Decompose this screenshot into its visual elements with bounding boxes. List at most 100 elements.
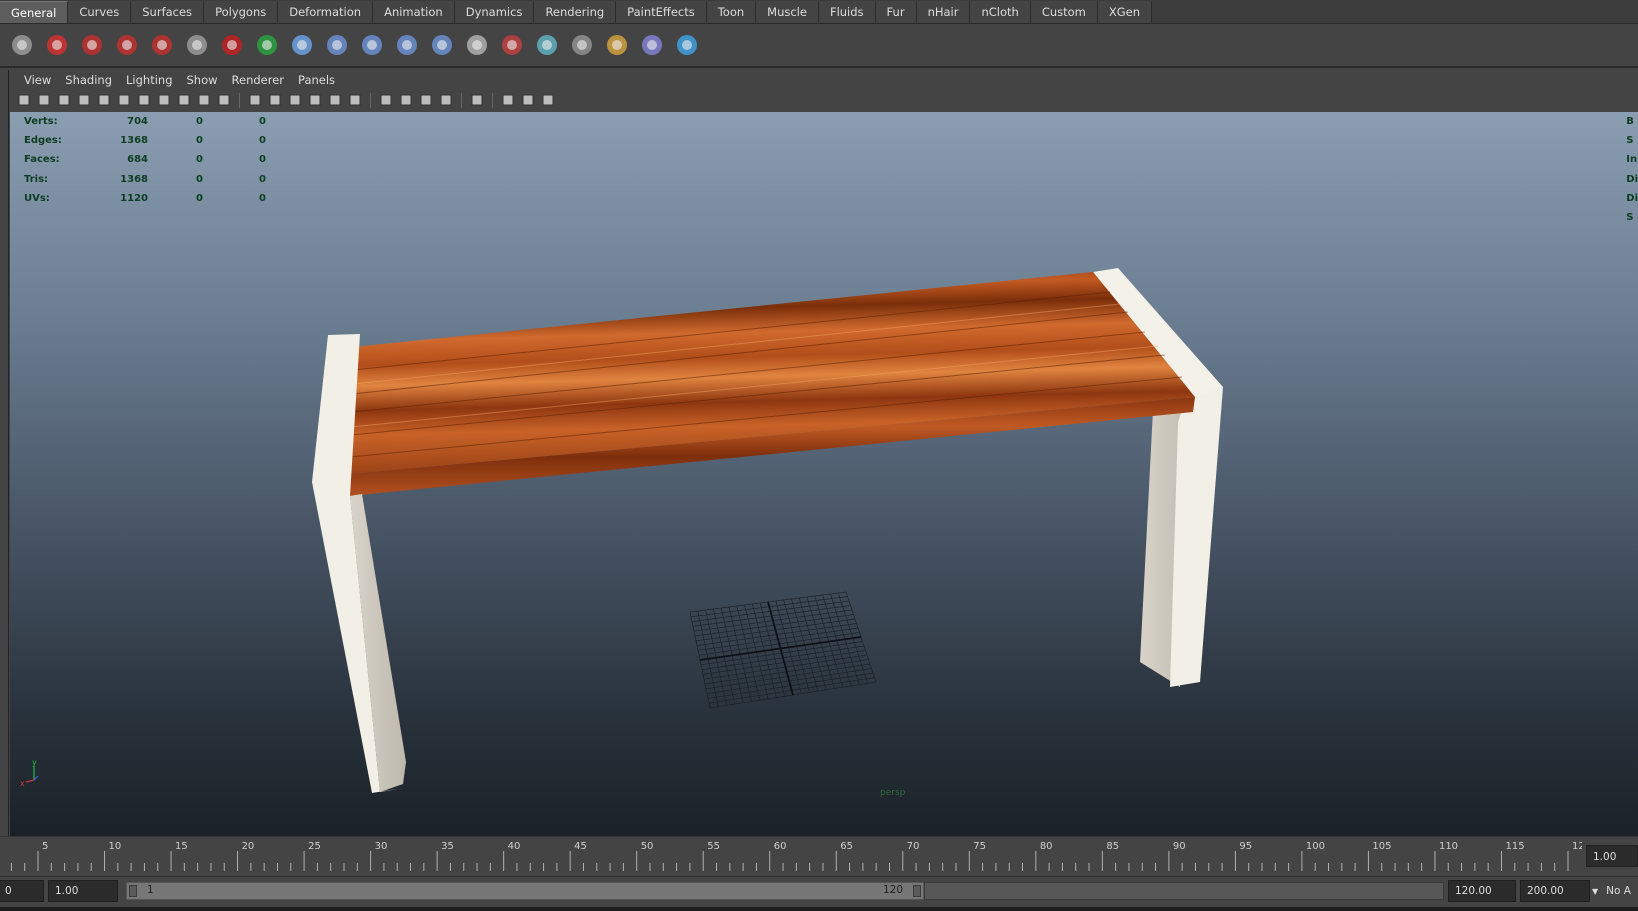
wire-on-shaded-icon[interactable]	[286, 92, 304, 109]
shadows-icon[interactable]	[377, 92, 395, 109]
playblast-icon[interactable]	[76, 28, 107, 62]
tab-general[interactable]: General	[0, 1, 69, 23]
lattice-icon[interactable]	[636, 28, 667, 62]
gate-mask-icon[interactable]	[155, 92, 173, 109]
uv-texture-icon[interactable]	[566, 28, 597, 62]
panel-menu-show[interactable]: Show	[180, 73, 225, 87]
snapshot-icon[interactable]	[539, 92, 557, 109]
timeline-tick-label: 120	[1572, 841, 1582, 852]
hud-row: UVs: 1120 0 0	[16, 193, 286, 212]
xray-joints-icon[interactable]	[437, 92, 455, 109]
tab-toon[interactable]: Toon	[706, 1, 757, 23]
range-start-field[interactable]: 1.00	[48, 880, 118, 902]
tab-fur[interactable]: Fur	[875, 1, 917, 23]
range-handle-start[interactable]	[129, 885, 137, 897]
tab-curves[interactable]: Curves	[68, 1, 132, 23]
ambient-occlusion-icon[interactable]	[397, 92, 415, 109]
time-slider[interactable]: 5 10 15 20 25 30 35 40 45 50 55 60 65 70 75 80 85 90 95 100…	[0, 836, 1638, 876]
hud-right-label: S	[1626, 211, 1634, 223]
safe-action-icon[interactable]	[195, 92, 213, 109]
smooth-shade-icon[interactable]	[266, 92, 284, 109]
safe-title-icon[interactable]	[215, 92, 233, 109]
sphere-icon[interactable]	[286, 28, 317, 62]
timeline-tick-label: 110	[1439, 841, 1458, 852]
select-camera-icon[interactable]	[15, 92, 33, 109]
range-end-field[interactable]: 120.00	[1448, 880, 1516, 902]
range-handle-end[interactable]	[913, 885, 921, 897]
panel-menu-renderer[interactable]: Renderer	[225, 73, 292, 87]
timeline-ruler[interactable]: 5 10 15 20 25 30 35 40 45 50 55 60 65 70 75 80 85 90 95 100…	[0, 837, 1582, 875]
camera-attr-icon[interactable]	[35, 92, 53, 109]
outliner-icon[interactable]	[461, 28, 492, 62]
hud-label: Faces:	[24, 154, 60, 166]
frame-all-icon[interactable]	[519, 92, 537, 109]
joint-chain-icon[interactable]	[391, 28, 422, 62]
anim-start-field[interactable]: 0	[0, 880, 44, 902]
skin-icon[interactable]	[426, 28, 457, 62]
isolate-select-icon[interactable]	[468, 92, 486, 109]
timeline-tick-label: 15	[175, 841, 188, 852]
tab-dynamics[interactable]: Dynamics	[454, 1, 535, 23]
tab-painteffects[interactable]: PaintEffects	[616, 1, 707, 23]
cube-view-icon[interactable]	[499, 92, 517, 109]
tab-ncloth[interactable]: nCloth	[970, 1, 1031, 23]
help-icon[interactable]	[41, 28, 72, 62]
batch-render-icon[interactable]	[181, 28, 212, 62]
hud-right-label: In	[1626, 154, 1638, 166]
tab-nhair[interactable]: nHair	[916, 1, 971, 23]
tab-rendering[interactable]: Rendering	[534, 1, 617, 23]
film-gate-icon[interactable]	[115, 92, 133, 109]
wireframe-icon[interactable]	[246, 92, 264, 109]
tab-muscle[interactable]: Muscle	[756, 1, 819, 23]
anim-end-field[interactable]: 200.00	[1520, 880, 1590, 902]
render-sequence-icon[interactable]	[111, 28, 142, 62]
grid-icon[interactable]	[95, 92, 113, 109]
tab-xgen[interactable]: XGen	[1097, 1, 1153, 23]
shelf-icons	[0, 24, 1638, 68]
image-plane-icon[interactable]	[75, 92, 93, 109]
hud-v1: 1368	[120, 173, 148, 185]
hud-row: Verts: 704 0 0	[16, 116, 286, 135]
current-time-field[interactable]: 1.00	[1586, 845, 1638, 867]
range-bar[interactable]: 1 120	[126, 882, 924, 900]
hud-right-label: Di	[1626, 192, 1638, 204]
panel-menu-panels[interactable]: Panels	[291, 73, 342, 87]
hud-v2: 0	[196, 154, 203, 166]
field-chart-icon[interactable]	[175, 92, 193, 109]
timeline-tick-label: 95	[1239, 841, 1252, 852]
bookmark-icon[interactable]	[55, 92, 73, 109]
tab-deformation[interactable]: Deformation	[278, 1, 374, 23]
panel-menu-shading[interactable]: Shading	[58, 73, 119, 87]
scene	[312, 268, 1223, 793]
xray-icon[interactable]	[417, 92, 435, 109]
hud-v1: 1120	[120, 192, 148, 204]
tab-fluids[interactable]: Fluids	[818, 1, 876, 23]
tab-surfaces[interactable]: Surfaces	[131, 1, 205, 23]
hud-v2: 0	[196, 173, 203, 185]
default-light-icon[interactable]	[346, 92, 364, 109]
tab-animation[interactable]: Animation	[373, 1, 455, 23]
joint-icon[interactable]	[321, 28, 352, 62]
rotate-arrow-icon[interactable]	[251, 28, 282, 62]
viewport-3d[interactable]: Verts: 704 0 0 Edges: 1368 0 0 Faces: 684 0 0 Tris: 1…	[10, 112, 1638, 836]
timeline-tick-label: 70	[907, 841, 920, 852]
paint-weights-icon[interactable]	[496, 28, 527, 62]
range-track[interactable]	[924, 882, 1444, 900]
tab-polygons[interactable]: Polygons	[204, 1, 279, 23]
ipr-render-icon[interactable]	[146, 28, 177, 62]
panel-menu-view[interactable]: View	[17, 73, 58, 87]
anim-layer-dropdown[interactable]: ▼ No A	[1592, 880, 1638, 902]
tab-custom[interactable]: Custom	[1030, 1, 1098, 23]
panel-menu-lighting[interactable]: Lighting	[119, 73, 179, 87]
ik-handle-icon[interactable]	[356, 28, 387, 62]
resolution-gate-icon[interactable]	[135, 92, 153, 109]
textured-icon[interactable]	[306, 92, 324, 109]
move-pivot-icon[interactable]	[671, 28, 702, 62]
paint-brush-icon[interactable]	[601, 28, 632, 62]
render-view-icon[interactable]	[6, 28, 37, 62]
use-lights-icon[interactable]	[326, 92, 344, 109]
timeline-tick-label: 30	[375, 841, 388, 852]
cube-shader-icon[interactable]	[531, 28, 562, 62]
lasso-icon[interactable]	[216, 28, 247, 62]
timeline-tick-label: 10	[109, 841, 122, 852]
